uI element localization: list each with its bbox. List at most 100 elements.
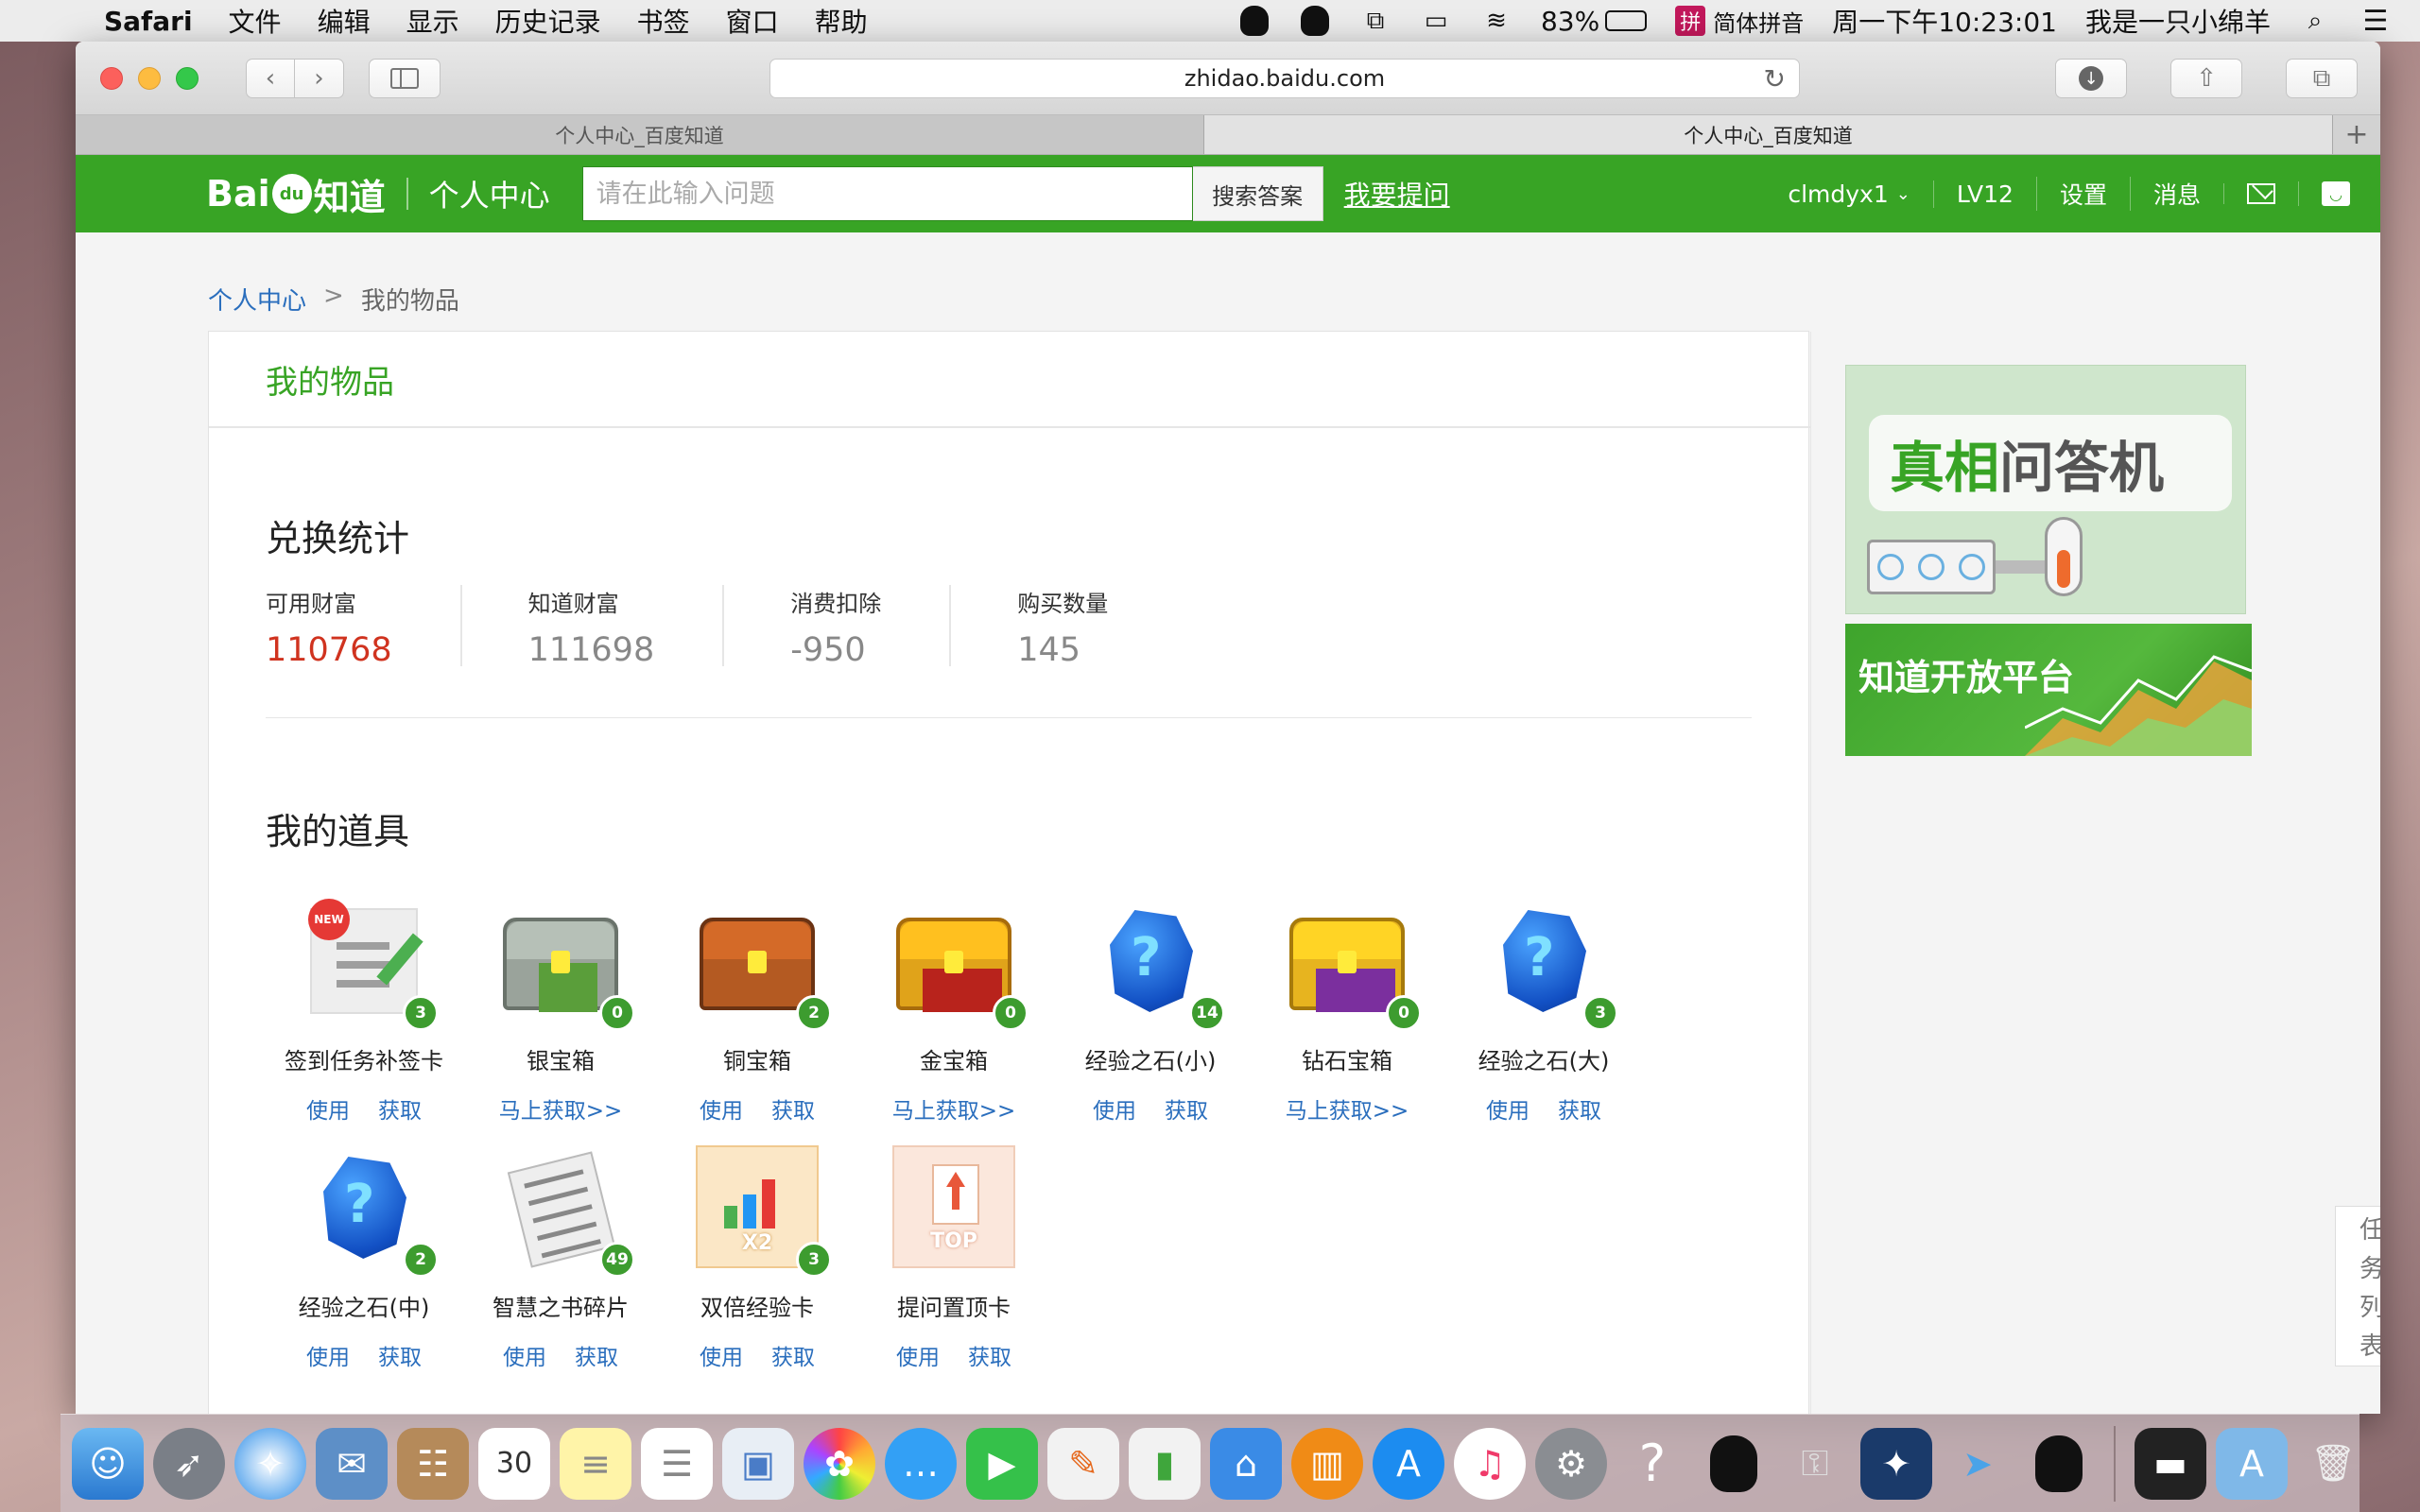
feiq-bird-icon[interactable]: ➤	[1942, 1428, 2014, 1500]
task-list-tab[interactable]: 任 务 列 表	[2335, 1206, 2380, 1366]
finder-icon[interactable]: ☺	[72, 1427, 144, 1500]
use-link[interactable]: 使用	[896, 1339, 940, 1371]
user-name[interactable]: 我是一只小绵羊	[2085, 2, 2271, 40]
help-question-icon[interactable]: ?	[1616, 1428, 1688, 1500]
photos-icon[interactable]: ✿	[804, 1427, 875, 1500]
settings-link[interactable]: 设置	[2035, 177, 2130, 211]
menu-app-name[interactable]: Safari	[104, 6, 193, 37]
get-link[interactable]: 获取	[1558, 1092, 1601, 1125]
battery-indicator[interactable]: 83%	[1541, 6, 1648, 37]
share-button[interactable]: ⇧	[2170, 59, 2242, 98]
get-now-link[interactable]: 马上获取>>	[499, 1092, 623, 1125]
menu-bookmarks[interactable]: 书签	[637, 2, 690, 40]
qq-tray-icon[interactable]	[1238, 6, 1270, 36]
reminders-icon[interactable]: ☰	[641, 1427, 713, 1500]
app-store-icon[interactable]: A	[1373, 1427, 1444, 1500]
use-link[interactable]: 使用	[1093, 1092, 1136, 1125]
header-section-title[interactable]: 个人中心	[429, 172, 550, 215]
sidebar-toggle-button[interactable]	[369, 58, 441, 98]
applications-folder-icon[interactable]: A	[2216, 1427, 2288, 1500]
baidu-zhidao-logo[interactable]: Bai du 知道	[206, 168, 386, 220]
keynote-icon[interactable]: ⌂	[1210, 1427, 1282, 1500]
close-window-button[interactable]	[100, 66, 123, 90]
preview-icon[interactable]: ▣	[722, 1427, 794, 1500]
menu-help[interactable]: 帮助	[815, 2, 868, 40]
get-link[interactable]: 获取	[378, 1092, 422, 1125]
shop-button[interactable]: ◡	[2298, 181, 2380, 206]
messages-link[interactable]: 消息	[2129, 177, 2223, 211]
numbers-icon[interactable]: ▮	[1129, 1427, 1201, 1500]
get-now-link[interactable]: 马上获取>>	[892, 1092, 1016, 1125]
clock[interactable]: 周一下午10:23:01	[1832, 2, 2057, 40]
get-link[interactable]: 获取	[1165, 1092, 1208, 1125]
use-link[interactable]: 使用	[700, 1339, 743, 1371]
forward-button[interactable]: ›	[295, 58, 344, 98]
notes-icon[interactable]: ≡	[560, 1427, 631, 1500]
messages-icon[interactable]: …	[885, 1427, 957, 1500]
mail-button[interactable]	[2223, 183, 2298, 204]
double-exp-card-icon[interactable]: X2 3	[696, 1145, 832, 1278]
exp-stone-icon[interactable]: ? 14	[1089, 899, 1225, 1031]
menu-edit[interactable]: 编辑	[318, 2, 371, 40]
trash-icon[interactable]: 🗑	[2297, 1428, 2369, 1500]
username-menu[interactable]: clmdyx1 ⌄	[1765, 180, 1933, 208]
ibooks-icon[interactable]: ▥	[1291, 1427, 1363, 1500]
tab-1[interactable]: 个人中心_百度知道	[76, 115, 1204, 154]
airplay-icon[interactable]: ▭	[1420, 7, 1452, 35]
system-preferences-icon[interactable]: ⚙	[1535, 1427, 1607, 1500]
qq-icon[interactable]	[1698, 1428, 1770, 1500]
notification-center-icon[interactable]: ☰	[2360, 5, 2392, 38]
menu-history[interactable]: 历史记录	[495, 2, 601, 40]
input-method[interactable]: 拼 简体拼音	[1675, 5, 1804, 38]
diamond-chest-icon[interactable]: 0	[1286, 899, 1422, 1031]
keychain-icon[interactable]: ⚿	[1779, 1428, 1851, 1500]
open-platform-banner[interactable]: 知道开放平台	[1845, 624, 2252, 756]
downloads-button[interactable]: ↓	[2055, 59, 2127, 98]
pages-icon[interactable]: ✎	[1047, 1427, 1119, 1500]
use-link[interactable]: 使用	[306, 1339, 350, 1371]
spotlight-icon[interactable]: ⌕	[2299, 7, 2331, 35]
address-bar[interactable]: zhidao.baidu.com ↻	[769, 59, 1800, 98]
new-tab-button[interactable]: +	[2333, 115, 2380, 154]
facetime-icon[interactable]: ▶	[966, 1427, 1038, 1500]
search-button[interactable]: 搜索答案	[1192, 166, 1323, 221]
get-link[interactable]: 获取	[968, 1339, 1011, 1371]
pin-question-card-icon[interactable]: TOP	[892, 1145, 1015, 1268]
use-link[interactable]: 使用	[306, 1092, 350, 1125]
gold-chest-icon[interactable]: 0	[892, 899, 1028, 1031]
safari-icon[interactable]: ✧	[234, 1427, 306, 1500]
qq-tray-icon-2[interactable]	[1299, 6, 1331, 36]
mail-bird-icon[interactable]: ✉	[316, 1427, 388, 1500]
get-link[interactable]: 获取	[771, 1092, 815, 1125]
sign-card-icon[interactable]: NEW 3	[302, 899, 439, 1031]
tab-2-active[interactable]: 个人中心_百度知道	[1204, 115, 2333, 154]
get-link[interactable]: 获取	[575, 1339, 618, 1371]
tab-overview-button[interactable]: ⧉	[2286, 59, 2358, 98]
search-input[interactable]	[581, 166, 1193, 221]
itunes-icon[interactable]: ♫	[1454, 1427, 1526, 1500]
get-link[interactable]: 获取	[378, 1339, 422, 1371]
back-button[interactable]: ‹	[246, 58, 295, 98]
exp-stone-icon[interactable]: ? 3	[1482, 899, 1618, 1031]
qq-icon-2[interactable]	[2023, 1428, 2095, 1500]
menu-view[interactable]: 显示	[406, 2, 459, 40]
launchpad-icon[interactable]: ➶	[153, 1427, 225, 1500]
wifi-icon[interactable]: ≋	[1480, 7, 1512, 35]
use-link[interactable]: 使用	[700, 1092, 743, 1125]
truth-qa-machine-banner[interactable]: 真相 问答机	[1845, 365, 2246, 614]
minimize-window-button[interactable]	[138, 66, 161, 90]
fullscreen-window-button[interactable]	[176, 66, 199, 90]
copper-chest-icon[interactable]: 2	[696, 899, 832, 1031]
user-level[interactable]: LV12	[1932, 180, 2036, 208]
exp-stone-icon[interactable]: ? 2	[302, 1145, 439, 1278]
silver-chest-icon[interactable]: 0	[499, 899, 635, 1031]
use-link[interactable]: 使用	[1486, 1092, 1530, 1125]
book-fragment-icon[interactable]: 49	[499, 1145, 635, 1278]
ask-question-link[interactable]: 我要提问	[1344, 175, 1450, 213]
breadcrumb-root-link[interactable]: 个人中心	[208, 282, 306, 317]
screenshot-stack-icon[interactable]: ▬	[2135, 1427, 2206, 1500]
use-link[interactable]: 使用	[503, 1339, 546, 1371]
get-link[interactable]: 获取	[771, 1339, 815, 1371]
get-now-link[interactable]: 马上获取>>	[1286, 1092, 1409, 1125]
reload-icon[interactable]: ↻	[1764, 63, 1786, 94]
